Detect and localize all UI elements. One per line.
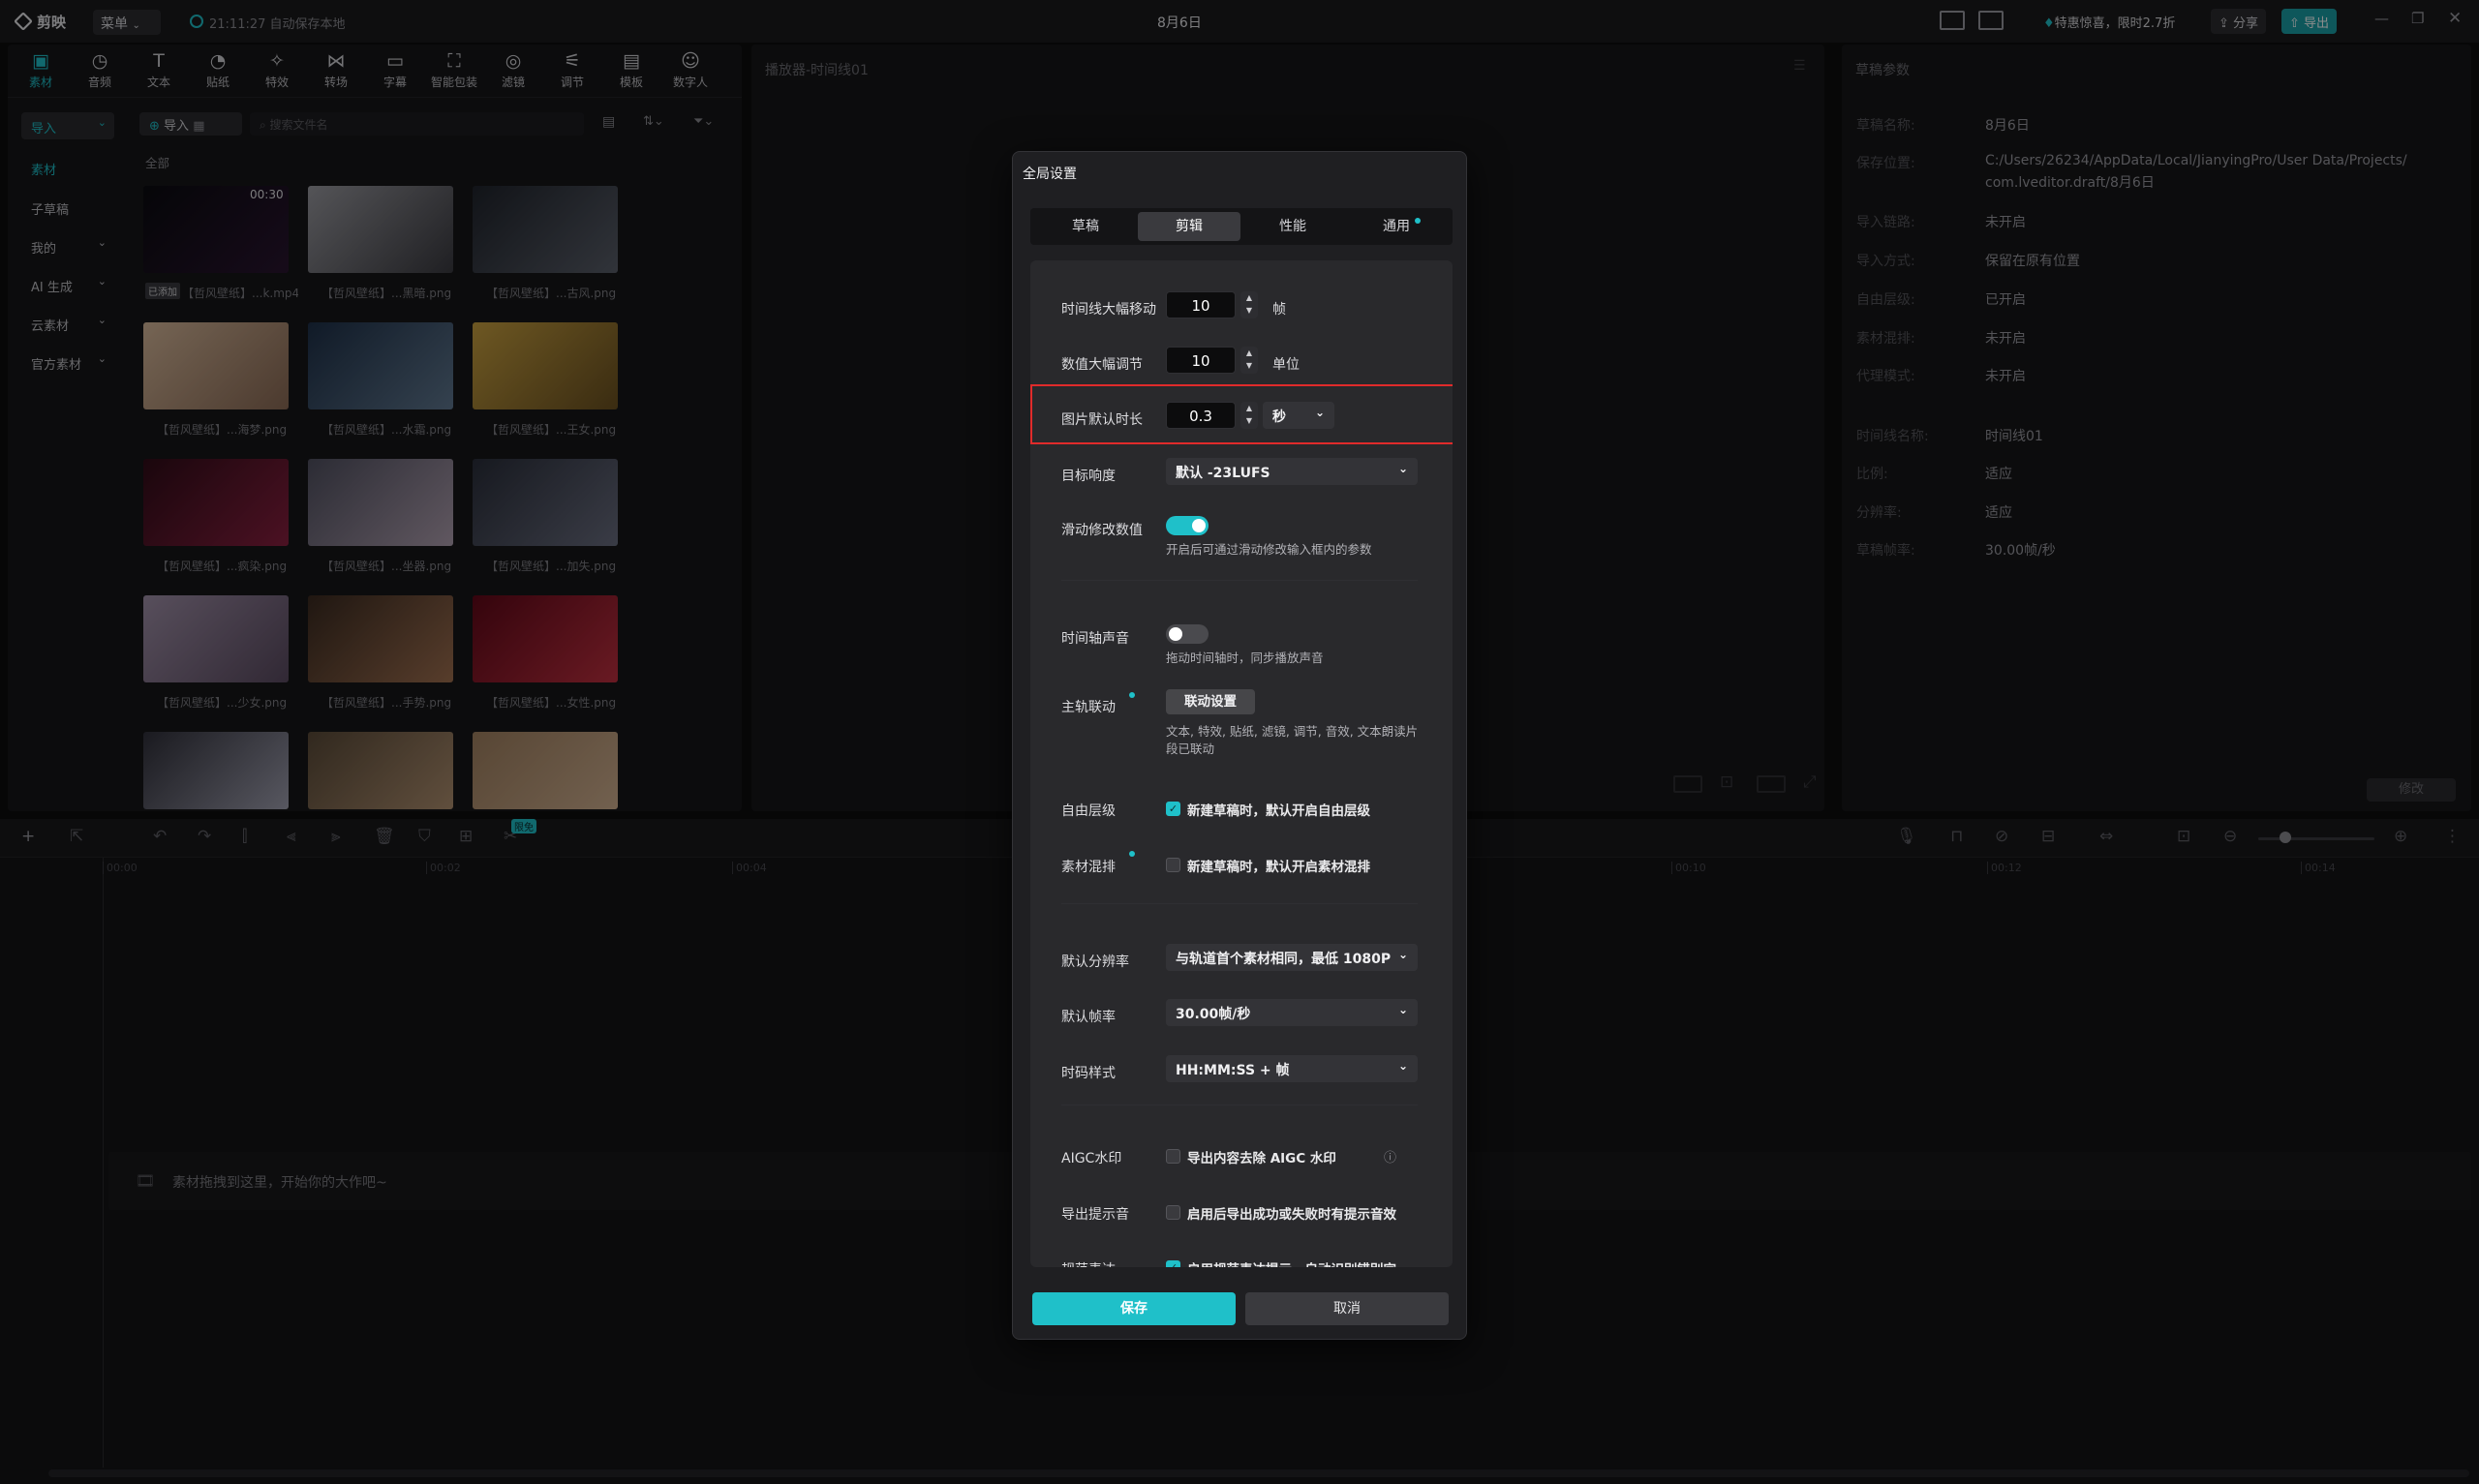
timecode-label: 时码样式 xyxy=(1061,1066,1116,1081)
resolution-value: 与轨道首个素材相同，最低 1080P xyxy=(1176,952,1392,967)
material-mix-text: 新建草稿时，默认开启素材混排 xyxy=(1187,860,1370,875)
image-duration-stepper[interactable]: ▲ ▼ xyxy=(1240,402,1258,429)
app-window: 剪映 菜单 ⌄ 21:11:27 自动保存本地 8月6日 ♦特惠惊喜，限时2.7… xyxy=(0,0,2479,1484)
image-duration-label: 图片默认时长 xyxy=(1061,412,1143,428)
image-duration-unit: 秒 xyxy=(1272,409,1286,425)
new-dot-icon xyxy=(1129,692,1135,698)
chevron-down-icon: ⌄ xyxy=(1397,1059,1408,1073)
timeline-move-input[interactable]: 10 xyxy=(1166,291,1236,318)
slide-modify-toggle[interactable] xyxy=(1166,516,1209,535)
chevron-down-icon: ⌄ xyxy=(1397,948,1408,961)
norm-expr-label: 规范表达 xyxy=(1061,1259,1116,1267)
image-duration-unit-select[interactable]: 秒 ⌄ xyxy=(1263,402,1334,429)
free-layer-text: 新建草稿时，默认开启自由层级 xyxy=(1187,803,1370,819)
timeline-move-stepper[interactable]: ▲ ▼ xyxy=(1240,291,1258,318)
image-duration-input[interactable]: 0.3 xyxy=(1166,402,1236,429)
main-track-hint-2: 段已联动 xyxy=(1166,742,1215,756)
aigc-label: AIGC水印 xyxy=(1061,1151,1122,1166)
loudness-label: 目标响度 xyxy=(1061,469,1116,484)
chevron-down-icon: ⌄ xyxy=(1397,1003,1408,1016)
tab-performance[interactable]: 性能 xyxy=(1241,212,1344,241)
section-divider xyxy=(1061,580,1418,581)
section-divider xyxy=(1061,903,1418,904)
value-adjust-stepper[interactable]: ▲ ▼ xyxy=(1240,347,1258,374)
framerate-select[interactable]: 30.00帧/秒 ⌄ xyxy=(1166,999,1418,1026)
cancel-button[interactable]: 取消 xyxy=(1245,1292,1449,1325)
export-sound-checkbox[interactable] xyxy=(1166,1205,1180,1220)
material-mix-checkbox[interactable] xyxy=(1166,858,1180,872)
loudness-value: 默认 -23LUFS xyxy=(1176,466,1270,481)
framerate-value: 30.00帧/秒 xyxy=(1176,1007,1251,1022)
new-dot-icon xyxy=(1415,218,1421,224)
norm-expr-checkbox[interactable]: ✓ xyxy=(1166,1260,1180,1267)
chevron-down-icon: ⌄ xyxy=(1314,406,1325,419)
norm-expr-text: 启用规范表达提示，自动识别错别字 xyxy=(1187,1258,1396,1267)
slide-modify-hint: 开启后可通过滑动修改输入框内的参数 xyxy=(1166,542,1372,557)
material-mix-label: 素材混排 xyxy=(1061,860,1116,875)
global-settings-dialog: 全局设置 草稿 剪辑 性能 通用 时间线大幅移动 10 ▲ ▼ 帧 数值大幅调节 … xyxy=(1012,151,1467,1340)
main-track-label: 主轨联动 xyxy=(1061,700,1116,715)
tab-edit[interactable]: 剪辑 xyxy=(1138,212,1240,241)
export-sound-label: 导出提示音 xyxy=(1061,1207,1129,1223)
loudness-select[interactable]: 默认 -23LUFS ⌄ xyxy=(1166,458,1418,485)
export-sound-text: 启用后导出成功或失败时有提示音效 xyxy=(1187,1207,1396,1223)
save-button[interactable]: 保存 xyxy=(1032,1292,1236,1325)
new-dot-icon xyxy=(1129,851,1135,857)
timeline-move-label: 时间线大幅移动 xyxy=(1061,302,1156,318)
resolution-label: 默认分辨率 xyxy=(1061,954,1129,970)
timeline-sound-label: 时间轴声音 xyxy=(1061,631,1129,647)
value-adjust-label: 数值大幅调节 xyxy=(1061,357,1143,373)
timeline-sound-toggle[interactable] xyxy=(1166,624,1209,644)
info-icon[interactable]: ⓘ xyxy=(1384,1147,1396,1166)
timeline-sound-hint: 拖动时间轴时，同步播放声音 xyxy=(1166,651,1324,665)
aigc-text: 导出内容去除 AIGC 水印 xyxy=(1187,1151,1336,1166)
resolution-select[interactable]: 与轨道首个素材相同，最低 1080P ⌄ xyxy=(1166,944,1418,971)
aigc-checkbox[interactable] xyxy=(1166,1149,1180,1164)
slide-modify-label: 滑动修改数值 xyxy=(1061,523,1143,538)
settings-scroll[interactable]: 时间线大幅移动 10 ▲ ▼ 帧 数值大幅调节 10 ▲ ▼ 单位 图片默认时长 0… xyxy=(1030,260,1453,1267)
timeline-move-unit: 帧 xyxy=(1272,302,1286,318)
chevron-down-icon: ⌄ xyxy=(1397,462,1408,475)
main-track-hint-1: 文本, 特效, 贴纸, 滤镜, 调节, 音效, 文本朗读片 xyxy=(1166,724,1419,739)
tab-general[interactable]: 通用 xyxy=(1345,212,1448,241)
free-layer-label: 自由层级 xyxy=(1061,803,1116,819)
tab-draft[interactable]: 草稿 xyxy=(1034,212,1137,241)
free-layer-checkbox[interactable]: ✓ xyxy=(1166,802,1180,816)
timecode-select[interactable]: HH:MM:SS + 帧 ⌄ xyxy=(1166,1055,1418,1082)
framerate-label: 默认帧率 xyxy=(1061,1010,1116,1025)
link-settings-button[interactable]: 联动设置 xyxy=(1166,689,1255,714)
value-adjust-unit: 单位 xyxy=(1272,357,1300,373)
timecode-value: HH:MM:SS + 帧 xyxy=(1176,1063,1290,1078)
dialog-title: 全局设置 xyxy=(1023,167,1077,182)
value-adjust-input[interactable]: 10 xyxy=(1166,347,1236,374)
